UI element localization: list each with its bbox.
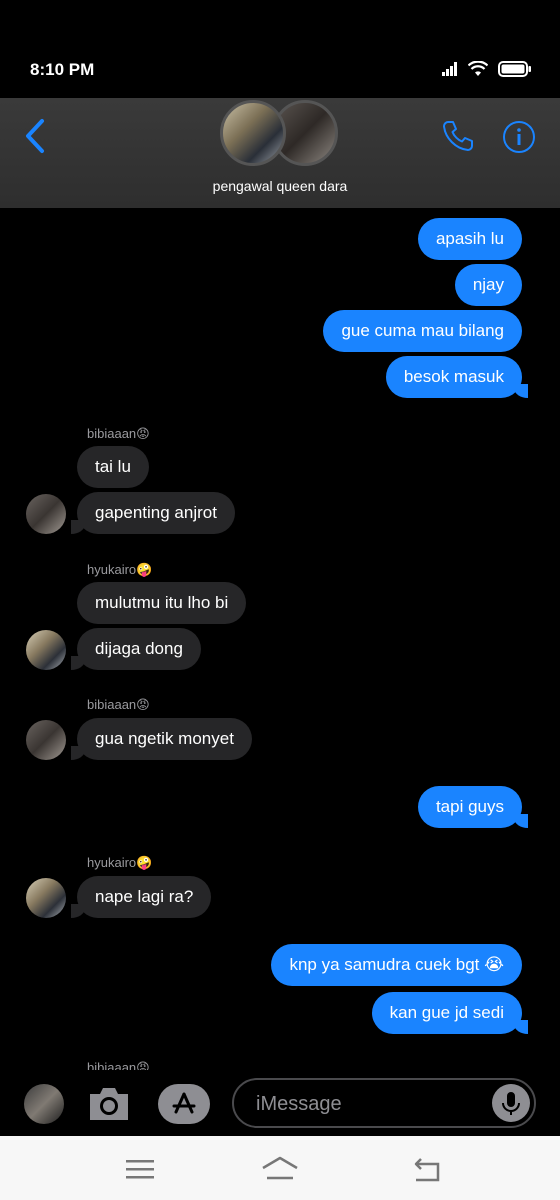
sender-name: hyukairo🤪 (87, 562, 153, 577)
sender-name: bibiaaan😡 (87, 426, 150, 441)
incoming-message[interactable]: mulutmu itu lho bi (77, 582, 247, 624)
message-input-placeholder: iMessage (256, 1093, 342, 1115)
outgoing-message[interactable]: apasih lu (417, 218, 522, 260)
group-avatars[interactable] (220, 100, 340, 170)
incoming-message[interactable]: tai lu (77, 446, 149, 488)
outgoing-message[interactable]: njay (454, 264, 522, 306)
outgoing-message[interactable]: besok masuk (385, 356, 529, 398)
incoming-message[interactable]: nape lagi ra? (70, 876, 212, 918)
composer-bar: iMessage (0, 1070, 560, 1136)
outgoing-message[interactable]: tapi guys (417, 786, 529, 828)
message-input[interactable]: iMessage (232, 1078, 536, 1128)
conversation-header: pengawal queen dara (0, 98, 560, 208)
outgoing-message[interactable]: knp ya samudra cuek bgt 😭 (271, 944, 522, 986)
group-avatar-hyukairo (220, 100, 286, 166)
battery-icon (498, 61, 531, 77)
avatar[interactable] (26, 630, 66, 670)
info-icon[interactable] (502, 120, 536, 154)
sender-name: bibiaaan😡 (87, 697, 150, 712)
back-icon[interactable] (408, 1154, 448, 1184)
outgoing-message[interactable]: kan gue jd sedi (371, 992, 529, 1034)
mic-button[interactable] (492, 1084, 530, 1122)
menu-icon[interactable] (120, 1154, 160, 1184)
mic-icon (502, 1092, 520, 1115)
app-store-button[interactable] (158, 1084, 210, 1124)
message-list[interactable]: apasih lu njay gue cuma mau bilang besok… (0, 208, 560, 1070)
incoming-message[interactable]: gua ngetik monyet (71, 718, 252, 760)
incoming-message[interactable]: dijaga dong (71, 628, 201, 670)
group-name[interactable]: pengawal queen dara (0, 178, 560, 194)
status-time: 8:10 PM (30, 60, 95, 79)
home-icon[interactable] (260, 1154, 300, 1184)
avatar[interactable] (26, 878, 66, 918)
app-store-icon (172, 1092, 196, 1114)
camera-icon[interactable] (86, 1084, 132, 1124)
wifi-icon (468, 61, 488, 76)
sender-name: hyukairo🤪 (87, 855, 153, 870)
outgoing-message[interactable]: gue cuma mau bilang (323, 310, 522, 352)
incoming-message[interactable]: gapenting anjrot (71, 492, 235, 534)
avatar[interactable] (26, 494, 66, 534)
avatar[interactable] (26, 720, 66, 760)
signal-icon (442, 62, 457, 76)
sender-name: bibiaaan😡 (87, 1060, 150, 1070)
back-chevron-icon[interactable] (20, 116, 50, 156)
status-icons (442, 61, 532, 77)
avatar[interactable] (24, 1084, 64, 1124)
system-nav-bar (0, 1136, 560, 1200)
phone-icon[interactable] (440, 118, 476, 154)
status-bar: 8:10 PM (0, 0, 560, 98)
